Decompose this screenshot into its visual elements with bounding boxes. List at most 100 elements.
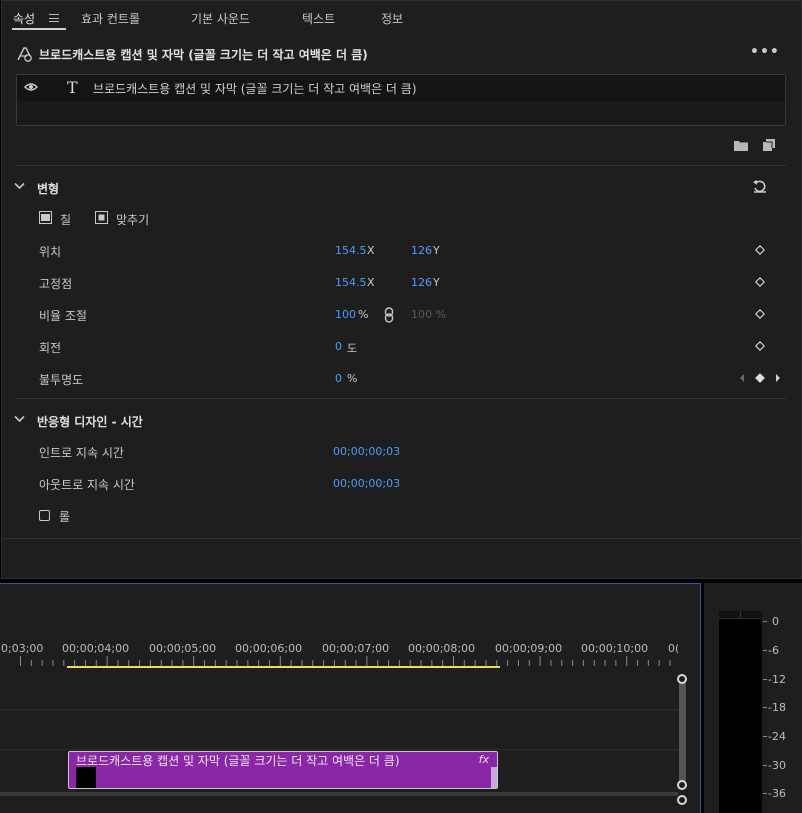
fill-fit-row: 칠 맞추기 [2,209,801,229]
track-divider [0,749,678,750]
vertical-zoom-scrollbar[interactable] [679,678,686,788]
db-tick [763,765,767,766]
db-label: -30 [768,759,786,772]
tab-properties[interactable]: 속성 [13,10,35,27]
fx-badge-icon[interactable]: fx [479,753,489,766]
keyframe-active-icon[interactable] [755,373,765,383]
previous-keyframe-icon[interactable] [738,372,746,384]
new-layer-icon[interactable] [763,139,775,151]
roll-row: 롤 [2,506,801,526]
intro-duration-value[interactable]: 00;00;00;03 [333,445,400,458]
anchor-x-unit: X [367,276,375,289]
position-x-value[interactable]: 154.5 [335,244,367,257]
fill-label[interactable]: 칠 [60,211,71,228]
rotation-value[interactable]: 0 [335,340,342,353]
timecode-label: 00;00;06;00 [235,642,303,655]
roll-checkbox[interactable] [39,510,50,521]
clip-label: 브로드캐스트용 캡션 및 자막 (글꼴 크기는 더 작고 여백은 더 큼) [76,754,400,768]
keyframe-toggle-icon[interactable] [755,277,765,287]
opacity-label: 불투명도 [39,373,84,387]
text-layer-icon: T [67,78,78,97]
tab-essential-sound[interactable]: 기본 사운드 [191,10,250,27]
eye-icon[interactable] [24,81,38,93]
audio-meter [719,611,762,813]
rotation-unit: 도 [347,342,358,355]
anchor-row: 고정점 154.5 X 126 Y [2,273,801,293]
timecode-label: 00;00;08;00 [408,642,476,655]
layer-row[interactable]: T 브로드캐스트용 캡션 및 자막 (글꼴 크기는 더 작고 여백은 더 큼) [17,75,785,101]
timecode-label: 00;00;05;00 [149,642,217,655]
db-tick [763,650,767,651]
audio-meter-panel: 0 -6 -12 -18 -24 -30 -36 [704,583,802,813]
position-row: 위치 154.5 X 126 Y [2,241,801,261]
properties-panel: 속성 효과 컨트롤 기본 사운드 텍스트 정보 브로드캐스트용 캡션 및 자막 … [1,0,802,579]
position-y-value[interactable]: 126 [411,244,432,257]
outro-duration-value[interactable]: 00;00;00;03 [333,477,400,490]
intro-duration-row: 인트로 지속 시간 00;00;00;03 [2,442,801,462]
db-tick [763,736,767,737]
timecode-label: 00;00;09;00 [495,642,563,655]
timecode-label: 00;00;07;00 [322,642,390,655]
tab-text[interactable]: 텍스트 [302,10,335,27]
opacity-row: 불투명도 0 % [2,369,801,389]
scale-linked-value: 100 % [411,308,446,321]
timecode-label: 0;03;00 [1,642,44,655]
link-icon[interactable] [384,307,394,323]
chevron-down-icon[interactable] [14,415,25,423]
anchor-x-value[interactable]: 154.5 [335,276,367,289]
panel-menu-icon[interactable] [49,14,59,22]
work-area-bar[interactable] [67,666,500,668]
tab-effect-controls[interactable]: 효과 컨트롤 [81,10,140,27]
layer-list: T 브로드캐스트용 캡션 및 자막 (글꼴 크기는 더 작고 여백은 더 큼) [16,74,786,126]
fill-icon[interactable] [39,211,52,224]
db-label: 0 [772,615,779,628]
opacity-unit: % [347,372,358,385]
keyframe-toggle-icon[interactable] [755,341,765,351]
opacity-value[interactable]: 0 [335,372,342,385]
divider [2,538,801,539]
layer-name: 브로드캐스트용 캡션 및 자막 (글꼴 크기는 더 작고 여백은 더 큼) [93,82,417,96]
reset-icon[interactable] [752,179,768,193]
scale-value[interactable]: 100 [335,308,356,321]
new-group-folder-icon[interactable] [734,140,748,151]
keyframe-toggle-icon[interactable] [755,245,765,255]
next-keyframe-icon[interactable] [774,372,782,384]
rotation-label: 회전 [39,341,62,355]
chevron-down-icon[interactable] [14,182,25,190]
horizontal-scrollbar[interactable] [0,792,678,796]
roll-label: 롤 [59,510,71,524]
anchor-y-value[interactable]: 126 [411,276,432,289]
scroll-handle[interactable] [677,795,687,805]
outro-duration-label: 아웃트로 지속 시간 [39,478,135,492]
transform-section-header[interactable]: 변형 [2,177,801,199]
track-divider [0,709,678,710]
scale-label: 비율 조절 [39,309,87,323]
time-ruler[interactable]: 0;03;00 00;00;04;00 00;00;05;00 00;00;06… [0,642,678,656]
ruler-ticks [20,656,671,666]
scale-unit: % [358,308,369,321]
responsive-title: 반응형 디자인 - 시간 [37,415,143,429]
timeline-panel: 0;03;00 00;00;04;00 00;00;05;00 00;00;06… [0,583,701,813]
fit-label[interactable]: 맞추기 [116,211,149,228]
db-tick [763,793,767,794]
responsive-section-header[interactable]: 반응형 디자인 - 시간 [2,410,801,432]
transform-title: 변형 [37,182,60,196]
active-tab-indicator [12,28,66,30]
timecode-label: 00;00;04;00 [62,642,130,655]
intro-duration-label: 인트로 지속 시간 [39,446,124,460]
fit-icon[interactable] [95,211,108,224]
caption-clip[interactable]: 브로드캐스트용 캡션 및 자막 (글꼴 크기는 더 작고 여백은 더 큼) fx [68,751,498,789]
position-label: 위치 [39,245,62,259]
rotation-row: 회전 0 도 [2,337,801,357]
more-options-icon[interactable]: ••• [750,44,780,60]
tab-info[interactable]: 정보 [381,10,403,27]
clip-thumbnail [76,767,96,788]
selection-header: 브로드캐스트용 캡션 및 자막 (글꼴 크기는 더 작고 여백은 더 큼) ••… [2,43,801,65]
db-label: -18 [768,701,786,714]
graphic-text-icon [17,47,32,62]
clip-end-handle[interactable] [491,767,497,788]
scroll-handle-bottom[interactable] [677,780,687,790]
db-tick [763,679,767,680]
keyframe-toggle-icon[interactable] [755,309,765,319]
scroll-handle-top[interactable] [677,674,687,684]
